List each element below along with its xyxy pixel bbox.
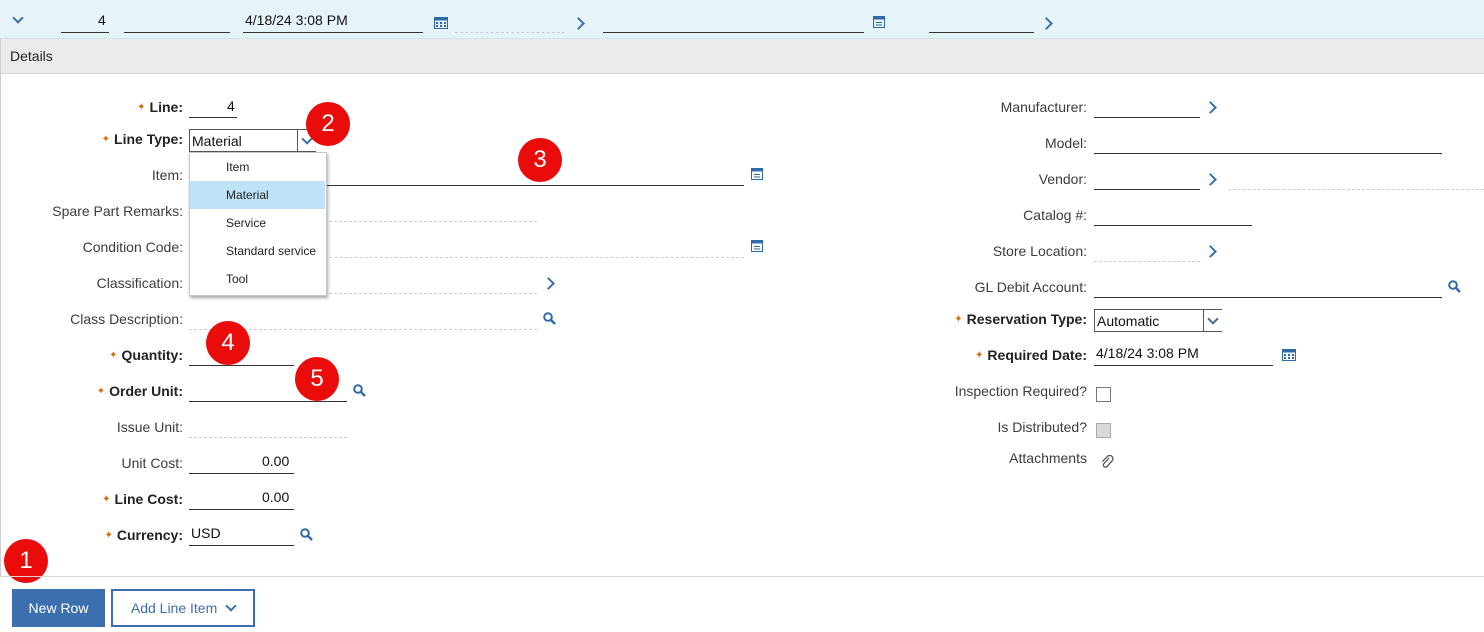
issue-unit-field: [189, 437, 347, 438]
required-date-label: ✦ Required Date:: [975, 347, 1087, 363]
quantity-label: ✦ Quantity:: [109, 347, 183, 363]
collapse-row-icon[interactable]: [12, 12, 24, 24]
item-label: Item:: [151, 167, 183, 183]
chevron-right-icon[interactable]: [1204, 245, 1217, 258]
callout-4: 4: [206, 321, 250, 365]
search-icon[interactable]: [543, 312, 556, 325]
is-distributed-checkbox: [1096, 423, 1111, 438]
line-type-menu: Item Material Service Standard service T…: [189, 152, 327, 296]
line-type-label: ✦ Line Type:: [101, 131, 183, 147]
store-location-field: [1094, 261, 1200, 262]
inspection-required-label: Inspection Required?: [954, 383, 1087, 399]
vendor-label: Vendor:: [1038, 171, 1087, 187]
chevron-down-icon: [1207, 313, 1219, 325]
list-icon[interactable]: [873, 16, 885, 28]
details-header: Details: [0, 39, 1484, 74]
line-type-select[interactable]: Material: [189, 129, 316, 152]
chevron-down-icon: [225, 600, 237, 612]
callout-3: 3: [518, 138, 562, 182]
search-icon[interactable]: [300, 528, 313, 541]
is-distributed-label: Is Distributed?: [997, 419, 1087, 435]
catalog-field[interactable]: [1094, 225, 1252, 226]
line-field[interactable]: 4: [227, 98, 235, 114]
manufacturer-label: Manufacturer:: [1000, 99, 1087, 115]
class-description-label: Class Description:: [70, 311, 183, 327]
search-icon[interactable]: [353, 384, 366, 397]
unit-cost-field[interactable]: 0.00: [262, 453, 289, 469]
line-summary-row: 4 4/18/24 3:08 PM: [0, 0, 1484, 39]
issue-unit-label: Issue Unit:: [116, 419, 183, 435]
reservation-type-select[interactable]: Automatic: [1094, 309, 1222, 332]
reservation-type-label: ✦ Reservation Type:: [954, 311, 1087, 327]
line-cost-field[interactable]: 0.00: [262, 489, 289, 505]
chevron-right-icon[interactable]: [1040, 17, 1053, 30]
search-icon[interactable]: [1448, 280, 1461, 293]
chevron-right-icon[interactable]: [1204, 101, 1217, 114]
line-label: ✦ Line:: [137, 99, 183, 115]
model-label: Model:: [1044, 135, 1087, 151]
item-detail-icon[interactable]: [751, 168, 763, 180]
chevron-right-icon[interactable]: [572, 17, 585, 30]
new-row-button[interactable]: New Row: [12, 589, 105, 627]
menu-item-material[interactable]: Material: [190, 181, 325, 209]
condition-code-detail-icon[interactable]: [751, 240, 763, 252]
line-cost-label: ✦ Line Cost:: [102, 491, 183, 507]
catalog-label: Catalog #:: [1023, 207, 1087, 223]
unit-cost-label: Unit Cost:: [121, 455, 183, 471]
store-location-label: Store Location:: [992, 243, 1087, 259]
currency-label: ✦ Currency:: [104, 527, 183, 543]
required-date-field[interactable]: 4/18/24 3:08 PM: [1096, 345, 1199, 361]
callout-2: 2: [306, 102, 350, 146]
menu-item-service[interactable]: Service: [190, 209, 325, 237]
model-field[interactable]: [1094, 153, 1442, 154]
classification-label: Classification:: [96, 275, 183, 291]
currency-field[interactable]: USD: [191, 525, 221, 541]
attachments-label: Attachments: [1009, 450, 1087, 466]
condition-code-label: Condition Code:: [82, 239, 183, 255]
add-line-item-button[interactable]: Add Line Item: [111, 589, 255, 627]
summary-date: 4/18/24 3:08 PM: [245, 12, 348, 28]
details-title: Details: [10, 48, 53, 64]
quantity-field[interactable]: [189, 365, 294, 366]
gl-debit-account-field[interactable]: [1094, 297, 1442, 298]
vendor-field[interactable]: [1094, 189, 1200, 190]
menu-item-standard-service[interactable]: Standard service: [190, 237, 325, 265]
gl-debit-account-label: GL Debit Account:: [974, 279, 1087, 295]
calendar-icon[interactable]: [434, 16, 448, 29]
menu-item-tool[interactable]: Tool: [190, 265, 325, 293]
callout-5: 5: [295, 357, 339, 401]
chevron-right-icon[interactable]: [542, 277, 555, 290]
menu-item-item[interactable]: Item: [190, 153, 325, 181]
chevron-right-icon[interactable]: [1204, 173, 1217, 186]
paperclip-icon[interactable]: [1100, 455, 1114, 469]
calendar-icon[interactable]: [1282, 348, 1296, 361]
order-unit-field[interactable]: [189, 401, 347, 402]
order-unit-label: ✦ Order Unit:: [96, 383, 183, 399]
manufacturer-field[interactable]: [1094, 117, 1200, 118]
reservation-type-dropdown-button[interactable]: [1203, 310, 1222, 331]
inspection-required-checkbox[interactable]: [1096, 387, 1111, 402]
summary-line-number: 4: [98, 12, 106, 28]
spare-part-remarks-label: Spare Part Remarks:: [52, 203, 183, 219]
